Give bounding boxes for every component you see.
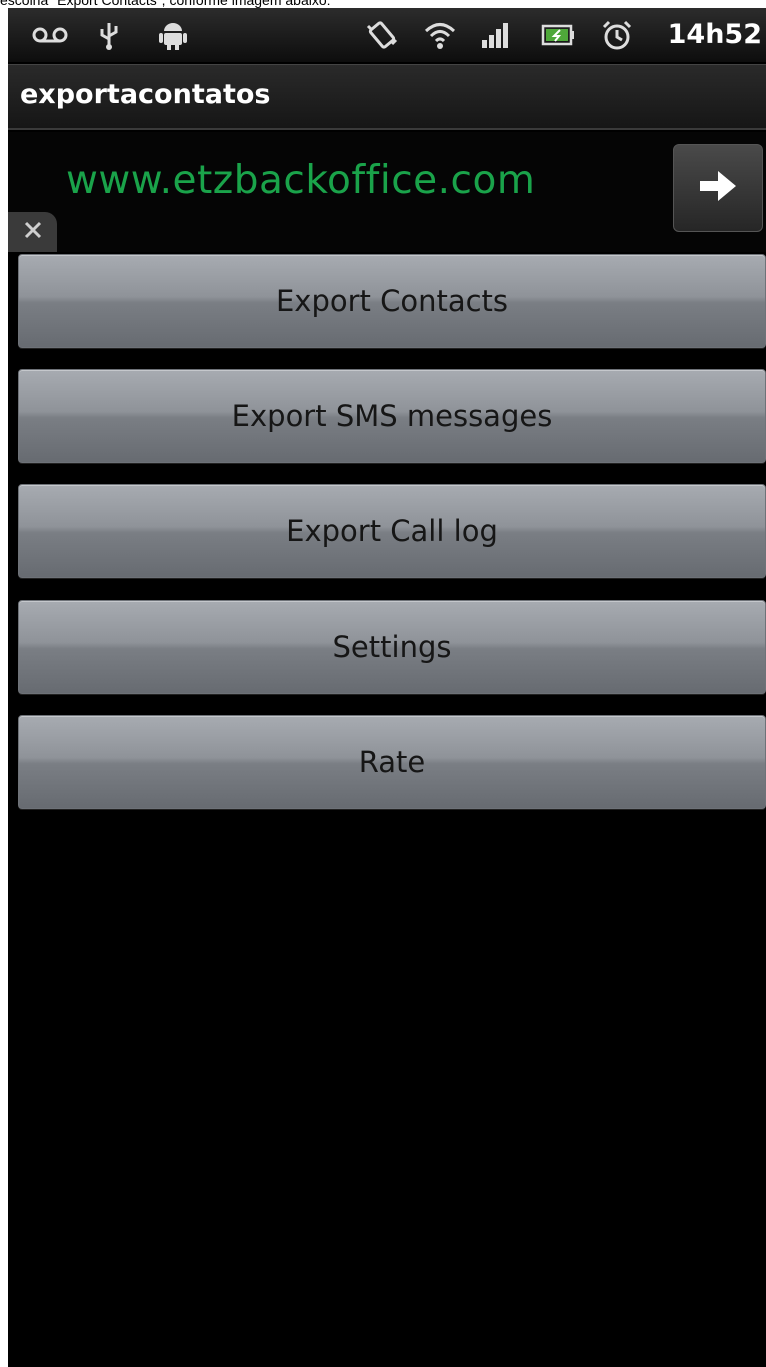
close-icon bbox=[23, 220, 43, 244]
arrow-right-icon bbox=[698, 169, 738, 207]
page-caption: escolha "Export Contacts", conforme imag… bbox=[0, 0, 766, 8]
rate-button[interactable]: Rate bbox=[18, 715, 766, 809]
usb-icon bbox=[96, 20, 122, 50]
android-icon bbox=[158, 20, 188, 50]
ad-banner[interactable]: www.etzbackoffice.com bbox=[8, 132, 766, 252]
phone-screen: 14h52 exportacontatos www.etzbackoffice.… bbox=[8, 8, 766, 1367]
export-sms-button[interactable]: Export SMS messages bbox=[18, 369, 766, 463]
settings-button[interactable]: Settings bbox=[18, 600, 766, 694]
status-clock: 14h52 bbox=[667, 19, 762, 50]
export-call-log-button[interactable]: Export Call log bbox=[18, 484, 766, 578]
alarm-icon bbox=[600, 20, 634, 50]
ad-link-text[interactable]: www.etzbackoffice.com bbox=[66, 158, 535, 203]
voicemail-icon bbox=[30, 20, 70, 50]
wifi-icon bbox=[422, 20, 458, 50]
ad-go-button[interactable] bbox=[673, 144, 763, 232]
caption-text: escolha "Export Contacts", conforme imag… bbox=[0, 0, 331, 8]
status-bar: 14h52 bbox=[8, 8, 766, 62]
battery-charging-icon bbox=[540, 20, 576, 50]
ad-close-button[interactable] bbox=[8, 212, 57, 252]
vibrate-icon bbox=[362, 20, 402, 50]
app-title-bar: exportacontatos bbox=[8, 64, 766, 130]
app-title: exportacontatos bbox=[20, 79, 271, 110]
export-contacts-button[interactable]: Export Contacts bbox=[18, 254, 766, 348]
signal-icon bbox=[480, 20, 512, 50]
